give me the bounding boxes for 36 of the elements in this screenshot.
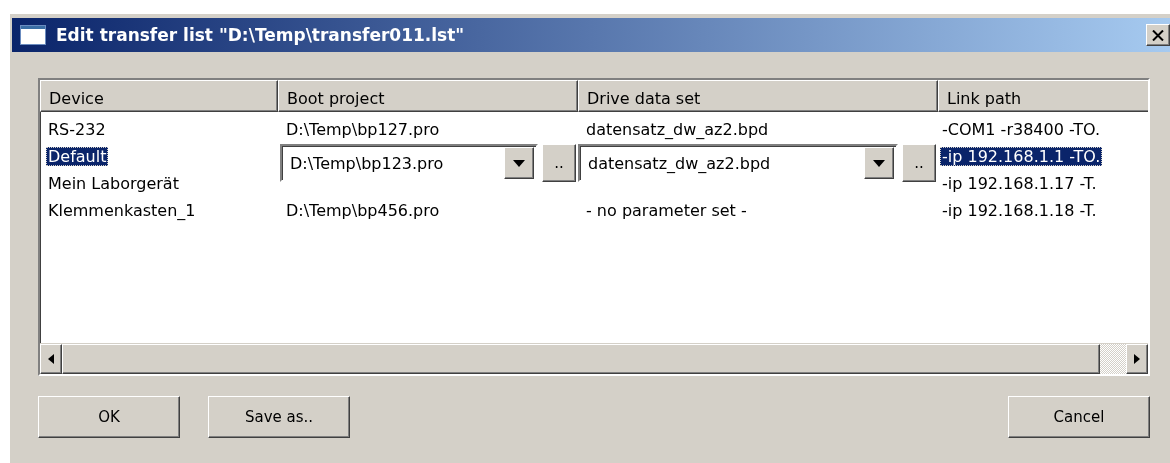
table-cell[interactable]: D:\Temp\bp127.pro (284, 120, 442, 139)
table-cell[interactable]: Klemmenkasten_1 (46, 201, 198, 220)
close-button[interactable] (1146, 24, 1170, 46)
table-cell[interactable]: RS-232 (46, 120, 108, 139)
scroll-left-button[interactable] (40, 344, 62, 374)
table-cell[interactable]: -ip 192.168.1.1 -TO. (940, 147, 1103, 166)
dropdown-field[interactable]: datensatz_dw_az2.bpd (578, 144, 898, 182)
window-icon (20, 25, 46, 45)
table-cell[interactable]: Mein Laborgerät (46, 174, 181, 193)
close-icon (1152, 29, 1164, 41)
dropdown-field[interactable]: D:\Temp\bp123.pro (280, 144, 538, 182)
dialog-button[interactable]: Cancel (1008, 396, 1150, 438)
table-cell[interactable]: datensatz_dw_az2.bpd (584, 120, 771, 139)
dropdown-button[interactable] (504, 147, 534, 179)
column-header[interactable]: Link path (938, 80, 1148, 112)
dialog-button[interactable]: Save as.. (208, 396, 350, 438)
table-cell[interactable]: - no parameter set - (584, 201, 749, 220)
column-header[interactable]: Drive data set (578, 80, 938, 112)
caret-icon (873, 159, 885, 167)
left-arrow-icon (48, 354, 54, 364)
column-header[interactable]: Device (40, 80, 278, 112)
right-arrow-icon (1134, 354, 1140, 364)
table-cell[interactable]: -COM1 -r38400 -TO. (940, 120, 1103, 139)
window-title: Edit transfer list "D:\Temp\transfer011.lst" (56, 25, 466, 45)
scrollbar-track[interactable] (1100, 344, 1126, 374)
dialog-button[interactable]: OK (38, 396, 180, 438)
table-cell[interactable]: Default (46, 147, 109, 166)
table-cell[interactable]: -ip 192.168.1.17 -T. (940, 174, 1099, 193)
scroll-right-button[interactable] (1126, 344, 1148, 374)
browse-button[interactable]: .. (902, 144, 936, 182)
table-cell[interactable]: -ip 192.168.1.18 -T. (940, 201, 1099, 220)
column-header[interactable]: Boot project (278, 80, 578, 112)
browse-button[interactable]: .. (542, 144, 576, 182)
dropdown-button[interactable] (864, 147, 894, 179)
table-cell[interactable]: D:\Temp\bp456.pro (284, 201, 442, 220)
caret-icon (513, 159, 525, 167)
